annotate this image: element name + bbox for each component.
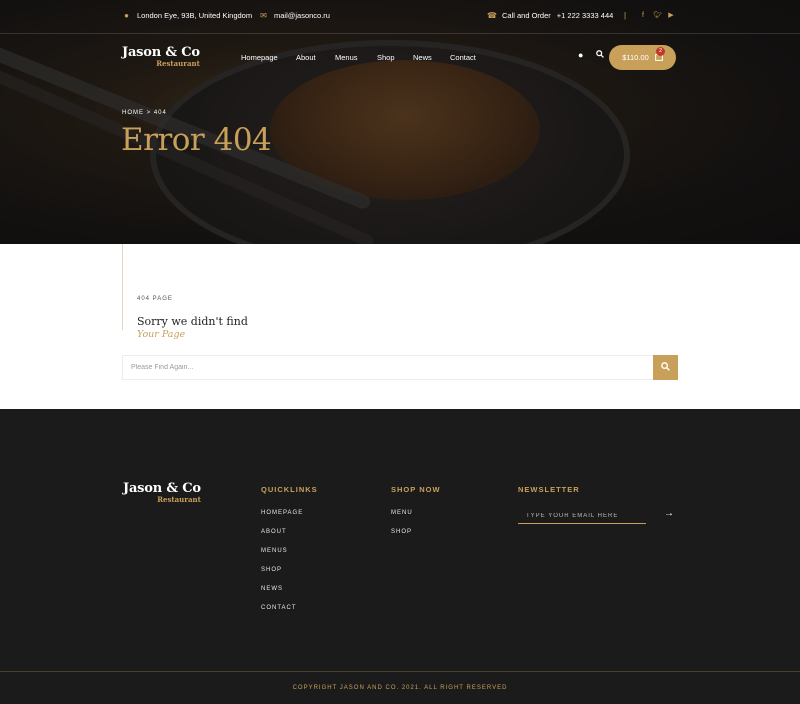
error-label: 404 PAGE <box>137 296 173 302</box>
phone-icon: ☎ <box>487 11 497 20</box>
hero-section: ● London Eye, 93B, United Kingdom ✉ mail… <box>0 0 800 244</box>
twitter-icon[interactable]: 🐦︎ <box>653 12 662 20</box>
cart-button[interactable]: $110.00 2 <box>609 45 676 70</box>
footer-divider <box>0 671 800 672</box>
footer-logo-tagline: Restaurant <box>157 495 201 504</box>
breadcrumb: HOME > 404 <box>122 110 167 116</box>
nav-about[interactable]: About <box>296 53 316 62</box>
facebook-icon[interactable]: f <box>639 12 647 20</box>
nav-shop[interactable]: Shop <box>377 53 395 62</box>
topbar: ● London Eye, 93B, United Kingdom ✉ mail… <box>0 0 800 34</box>
page-title: Error 404 <box>121 122 272 158</box>
hero-overlay <box>0 0 800 244</box>
footer-link-menu[interactable]: MENU <box>391 510 413 516</box>
search-button[interactable] <box>653 355 678 380</box>
topbar-email[interactable]: ✉ mail@jasonco.ru <box>259 11 330 20</box>
topbar-address: ● London Eye, 93B, United Kingdom <box>122 11 252 20</box>
footer-link-homepage[interactable]: HOMEPAGE <box>261 510 303 516</box>
shop-now-title: SHOP NOW <box>391 485 441 494</box>
topbar-separator: | <box>624 11 627 20</box>
error-subheading: Your Page <box>137 329 186 340</box>
youtube-icon[interactable]: ▶ <box>667 12 675 20</box>
footer-link-about[interactable]: ABOUT <box>261 529 287 535</box>
mail-icon: ✉ <box>260 11 267 20</box>
footer-link-contact[interactable]: CONTACT <box>261 605 297 611</box>
footer-logo[interactable]: Jason & Co Restaurant <box>123 482 201 503</box>
error-heading: Sorry we didn't find <box>137 315 248 328</box>
footer-link-menus[interactable]: MENUS <box>261 548 288 554</box>
header-logo[interactable]: Jason & Co Restaurant <box>122 46 200 67</box>
footer-link-shop[interactable]: SHOP <box>261 567 282 573</box>
footer-link-shop-now[interactable]: SHOP <box>391 529 412 535</box>
logo-tagline: Restaurant <box>156 59 200 68</box>
quicklinks-title: QUICKLINKS <box>261 485 318 494</box>
newsletter-email-field[interactable] <box>518 508 646 524</box>
cart-amount: $110.00 <box>622 53 649 62</box>
content-divider <box>122 244 123 330</box>
cart-count-badge: 2 <box>656 47 665 56</box>
map-pin-icon: ● <box>124 11 129 20</box>
email-text[interactable]: mail@jasonco.ru <box>274 11 330 20</box>
search-icon[interactable] <box>596 50 604 60</box>
nav-homepage[interactable]: Homepage <box>241 53 278 62</box>
footer: Jason & Co Restaurant QUICKLINKS HOMEPAG… <box>0 409 800 704</box>
topbar-phone[interactable]: ☎ Call and Order +1 222 3333 444 <box>487 11 613 20</box>
footer-link-news[interactable]: NEWS <box>261 586 283 592</box>
call-label: Call and Order <box>502 11 551 20</box>
newsletter-title: NEWSLETTER <box>518 485 580 494</box>
nav-news[interactable]: News <box>413 53 432 62</box>
phone-text[interactable]: +1 222 3333 444 <box>557 11 614 20</box>
nav-contact[interactable]: Contact <box>450 53 476 62</box>
user-icon[interactable]: ● <box>578 50 583 60</box>
address-text: London Eye, 93B, United Kingdom <box>137 11 253 20</box>
search-input[interactable] <box>122 355 653 380</box>
logo-name: Jason & Co <box>122 45 200 60</box>
nav-menus[interactable]: Menus <box>335 53 358 62</box>
copyright-text: COPYRIGHT JASON AND CO. 2021. ALL RIGHT … <box>292 685 508 691</box>
arrow-right-icon[interactable]: → <box>664 508 674 519</box>
footer-logo-name: Jason & Co <box>123 481 201 496</box>
search-icon <box>661 361 670 374</box>
